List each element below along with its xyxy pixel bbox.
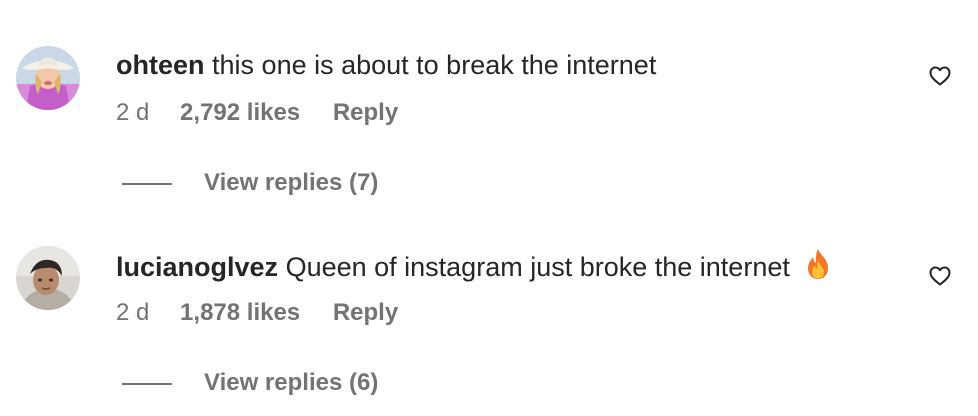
view-replies-label[interactable]: View replies (7)	[204, 168, 378, 198]
comment-item: ohteen this one is about to break the in…	[0, 0, 978, 200]
view-replies-label[interactable]: View replies (6)	[204, 368, 378, 398]
comment-meta: 2 d 2,792 likes Reply	[116, 98, 398, 128]
heart-outline-icon[interactable]	[928, 64, 952, 88]
comment-text-line: ohteen this one is about to break the in…	[116, 48, 656, 82]
comment-likes-count[interactable]: 1,878 likes	[180, 298, 300, 328]
comment-item: lucianoglvez Queen of instagram just bro…	[0, 200, 978, 400]
comment-meta: 2 d 1,878 likes Reply	[116, 298, 398, 328]
avatar-photo-icon	[16, 46, 80, 110]
comment-body: this one is about to break the internet	[212, 50, 657, 80]
fire-emoji-icon	[803, 248, 833, 288]
avatar[interactable]	[16, 246, 80, 310]
comment-timestamp[interactable]: 2 d	[116, 298, 149, 328]
comment-likes-count[interactable]: 2,792 likes	[180, 98, 300, 128]
avatar[interactable]	[16, 46, 80, 110]
comment-body: Queen of instagram just broke the intern…	[285, 252, 790, 282]
avatar-photo-icon	[16, 246, 80, 310]
reply-button[interactable]: Reply	[333, 298, 398, 328]
heart-outline-icon[interactable]	[928, 264, 952, 288]
comment-timestamp[interactable]: 2 d	[116, 98, 149, 128]
replies-divider-line	[122, 183, 172, 185]
comment-text-line: lucianoglvez Queen of instagram just bro…	[116, 248, 833, 288]
comment-username[interactable]: lucianoglvez	[116, 252, 278, 282]
reply-button[interactable]: Reply	[333, 98, 398, 128]
replies-divider-line	[122, 383, 172, 385]
comment-username[interactable]: ohteen	[116, 50, 205, 80]
